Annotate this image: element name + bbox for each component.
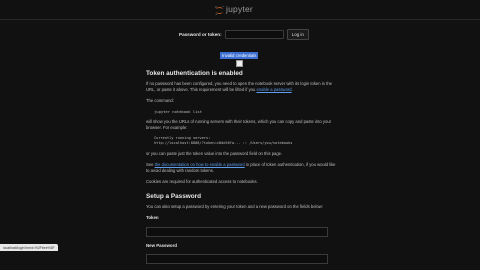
enable-password-link[interactable]: enable a password <box>256 87 291 92</box>
token-paragraph-4: or you can paste just the token value in… <box>146 151 283 156</box>
token-paragraph-6: Cookies are required for authenticated a… <box>146 179 258 184</box>
token-paragraph-2: The command: <box>146 98 174 103</box>
error-alert: Invalid credentials <box>220 52 259 59</box>
example-code: Currently running servers: http://localho… <box>154 136 293 145</box>
setup-intro: You can also setup a password by enterin… <box>146 204 323 209</box>
password-label: Password or token: <box>179 32 222 37</box>
jupyter-logo-icon <box>214 3 225 15</box>
token-paragraph-5: See the documentation on how to enable a… <box>146 162 336 173</box>
password-input[interactable] <box>224 30 284 39</box>
setup-heading: Setup a Password <box>146 193 202 200</box>
new-password-label: New Password <box>146 242 177 248</box>
token-heading: Token authentication is enabled <box>146 70 243 77</box>
command-code: jupyter notebook list <box>154 109 203 114</box>
main-content: Token authentication is enabled If no pa… <box>146 70 336 270</box>
token-input[interactable] <box>146 226 328 237</box>
login-button[interactable]: Log in <box>286 29 309 40</box>
new-password-input[interactable] <box>146 254 328 264</box>
token-paragraph-3: will show you the URLs of running server… <box>146 119 332 130</box>
logo-text: jupyter <box>226 3 253 14</box>
jupyter-logo[interactable]: jupyter <box>214 3 253 15</box>
broken-image-icon <box>236 60 243 67</box>
status-bar: localhost/login?next=%2Ftree%3F <box>0 244 58 251</box>
token-paragraph-1: If no password has been configured, you … <box>146 81 333 92</box>
documentation-link[interactable]: the documentation on how to enable a pas… <box>155 162 245 167</box>
header: jupyter <box>0 0 480 20</box>
login-form: Password or token: Log in <box>179 29 309 40</box>
token-label: Token <box>146 215 159 220</box>
